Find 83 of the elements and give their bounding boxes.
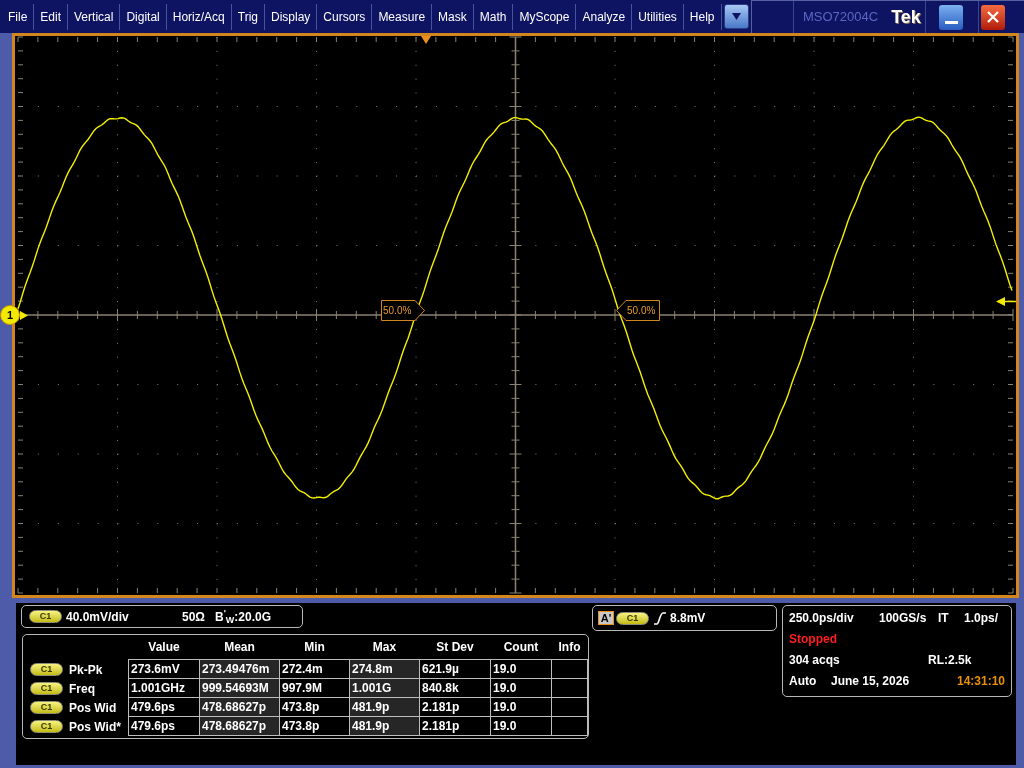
column-header: Mean — [223, 639, 256, 656]
menu-item[interactable]: Vertical — [68, 0, 120, 33]
table-cell: 473.8p — [280, 698, 349, 716]
menu-item[interactable]: Digital — [120, 0, 166, 33]
table-cell: 478.68627p — [200, 717, 279, 735]
column-header: St Dev — [435, 639, 475, 656]
channel-badge: C1 — [29, 610, 62, 623]
sample-rate: 100GS/s — [879, 610, 928, 627]
column-header: Max — [371, 639, 398, 656]
acquisition-mode: IT — [938, 610, 950, 627]
trigger-event-label: A' — [598, 611, 614, 625]
measurement-name: Pk-Pk — [69, 661, 103, 679]
table-cell: 2.181p — [420, 698, 490, 716]
menu-item[interactable]: Help — [683, 0, 721, 33]
table-cell: 273.49476m — [200, 660, 279, 678]
minimize-icon — [944, 20, 958, 24]
left-arrow-icon — [996, 297, 1016, 306]
table-cell: 840.8k — [420, 679, 490, 697]
triangle-marker-icon — [20, 310, 28, 320]
table-cell: 478.68627p — [200, 698, 279, 716]
table-cell: 997.9M — [280, 679, 349, 697]
close-icon — [987, 11, 999, 23]
table-cell: 1.001G — [350, 679, 419, 697]
menu-item[interactable]: Edit — [34, 0, 68, 33]
table-cell: 999.54693M — [200, 679, 279, 697]
table-cell: 19.0 — [491, 660, 551, 678]
table-cell: 479.6ps — [129, 698, 199, 716]
date: June 15, 2026 — [831, 673, 911, 690]
menu-item[interactable]: Cursors — [317, 0, 372, 33]
table-cell: 273.6mV — [129, 660, 199, 678]
channel-badge: C1 — [30, 682, 63, 695]
column-header: Info — [557, 639, 582, 656]
time-resolution: 1.0ps/ — [964, 610, 999, 627]
table-cell: 473.8p — [280, 717, 349, 735]
channel-badge: C1 — [30, 663, 63, 676]
channel-badge: C1 — [616, 611, 649, 625]
menu-item[interactable]: MyScope — [513, 0, 576, 33]
table-cell: 274.8m — [350, 660, 419, 678]
column-header: Value — [147, 639, 181, 656]
caret-down-icon — [731, 13, 741, 20]
column-header: Count — [502, 639, 540, 656]
table-cell: 481.9p — [350, 717, 419, 735]
bandwidth: B$^{'}$$_{W}$:20.0G — [215, 607, 271, 626]
channel-badge: C1 — [30, 720, 63, 733]
termination: 50Ω — [182, 608, 206, 626]
table-cell: 621.9µ — [420, 660, 490, 678]
close-button[interactable] — [981, 4, 1005, 30]
measurement-name: Pos Wid — [69, 699, 117, 717]
table-cell: 19.0 — [491, 698, 551, 716]
measurement-name: Pos Wid* — [69, 718, 121, 736]
menu-item[interactable]: Display — [265, 0, 317, 33]
minimize-button[interactable] — [939, 4, 963, 30]
table-cell: 272.4m — [280, 660, 349, 678]
menu-item[interactable]: Trig — [231, 0, 264, 33]
channel-badge: C1 — [30, 701, 63, 714]
menu-item[interactable]: Mask — [432, 0, 473, 33]
table-cell: 481.9p — [350, 698, 419, 716]
vertical-scale: 40.0mV/div — [66, 608, 130, 626]
menu-item[interactable]: Measure — [372, 0, 432, 33]
table-cell: 2.181p — [420, 717, 490, 735]
table-cell: 1.001GHz — [129, 679, 199, 697]
acquisition-count: 304 acqs — [789, 652, 841, 669]
table-cell: 479.6ps — [129, 717, 199, 735]
menu-item[interactable]: Utilities — [632, 0, 683, 33]
menu-item[interactable]: Horiz/Acq — [166, 0, 231, 33]
menu-dropdown-button[interactable] — [723, 4, 749, 29]
menu-item[interactable]: File — [2, 0, 34, 33]
table-cell: 19.0 — [491, 717, 551, 735]
measurement-name: Freq — [69, 680, 95, 698]
trigger-mode: Auto — [789, 673, 818, 690]
clock-time: 14:31:10 — [957, 673, 1006, 690]
run-state: Stopped — [789, 631, 837, 648]
brand-logo: Tek — [891, 5, 921, 29]
table-cell: 19.0 — [491, 679, 551, 697]
column-header: Min — [303, 639, 326, 656]
menu-item[interactable]: Analyze — [576, 0, 632, 33]
trigger-threshold: 8.8mV — [670, 610, 706, 627]
record-length: RL:2.5k — [928, 652, 972, 669]
triangle-marker-icon — [421, 36, 431, 44]
reference-level-label: 50.0% — [381, 300, 425, 321]
model-name: MSO72004C — [802, 8, 879, 27]
time-scale: 250.0ps/div — [789, 610, 855, 627]
menu-item[interactable]: Math — [473, 0, 513, 33]
